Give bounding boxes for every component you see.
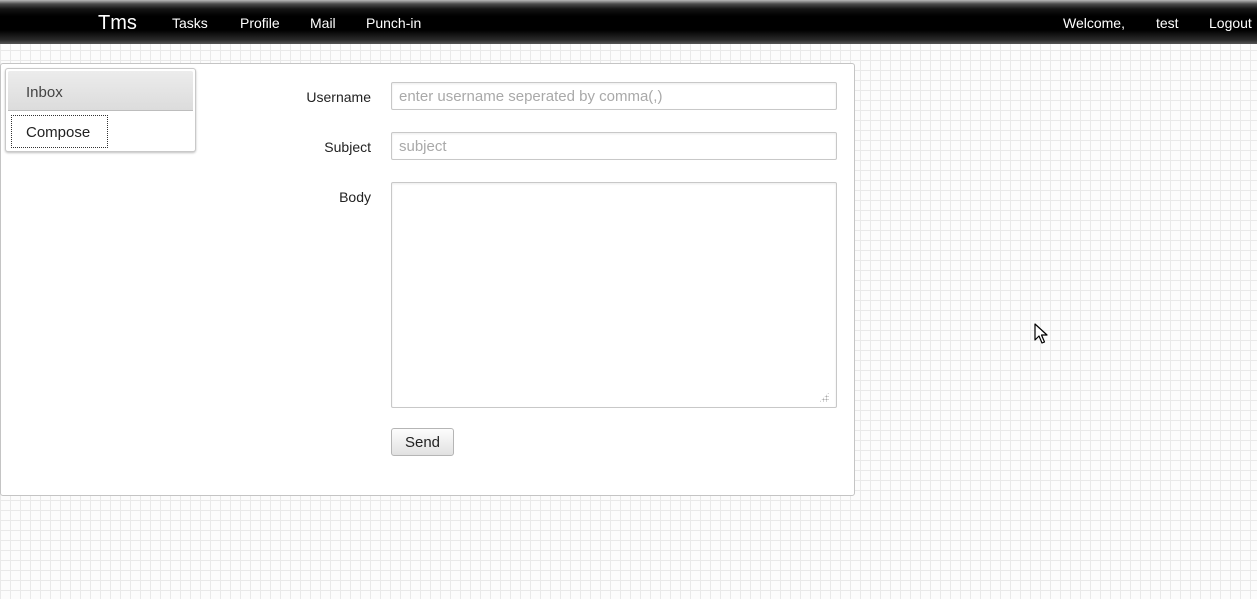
body-label: Body [339, 189, 371, 205]
subject-input[interactable] [391, 132, 837, 160]
top-navbar: Tms Tasks Profile Mail Punch-in Welcome,… [0, 0, 1257, 44]
brand-logo[interactable]: Tms [98, 11, 137, 35]
subject-label: Subject [324, 139, 371, 155]
sidebar-item-compose[interactable]: Compose [11, 115, 108, 148]
username-input[interactable] [391, 82, 837, 110]
nav-item-profile[interactable]: Profile [240, 14, 280, 32]
mail-sidebar-menu: Inbox Compose [5, 68, 196, 152]
sidebar-item-label: Compose [26, 124, 91, 141]
nav-item-tasks[interactable]: Tasks [172, 14, 208, 32]
mouse-pointer-icon [1034, 323, 1048, 344]
send-button[interactable]: Send [391, 428, 454, 456]
sidebar-item-label: Inbox [26, 84, 63, 101]
body-textarea[interactable] [391, 182, 837, 408]
nav-item-mail[interactable]: Mail [310, 14, 336, 32]
mail-panel: Inbox Compose Username Subject Body Send [0, 63, 855, 496]
username-label: Username [306, 89, 371, 105]
nav-item-punch-in[interactable]: Punch-in [366, 14, 421, 32]
logout-link[interactable]: Logout [1209, 14, 1252, 32]
nav-user-link[interactable]: test [1156, 14, 1179, 32]
sidebar-item-inbox[interactable]: Inbox [8, 71, 193, 111]
welcome-text: Welcome, [1063, 15, 1125, 31]
